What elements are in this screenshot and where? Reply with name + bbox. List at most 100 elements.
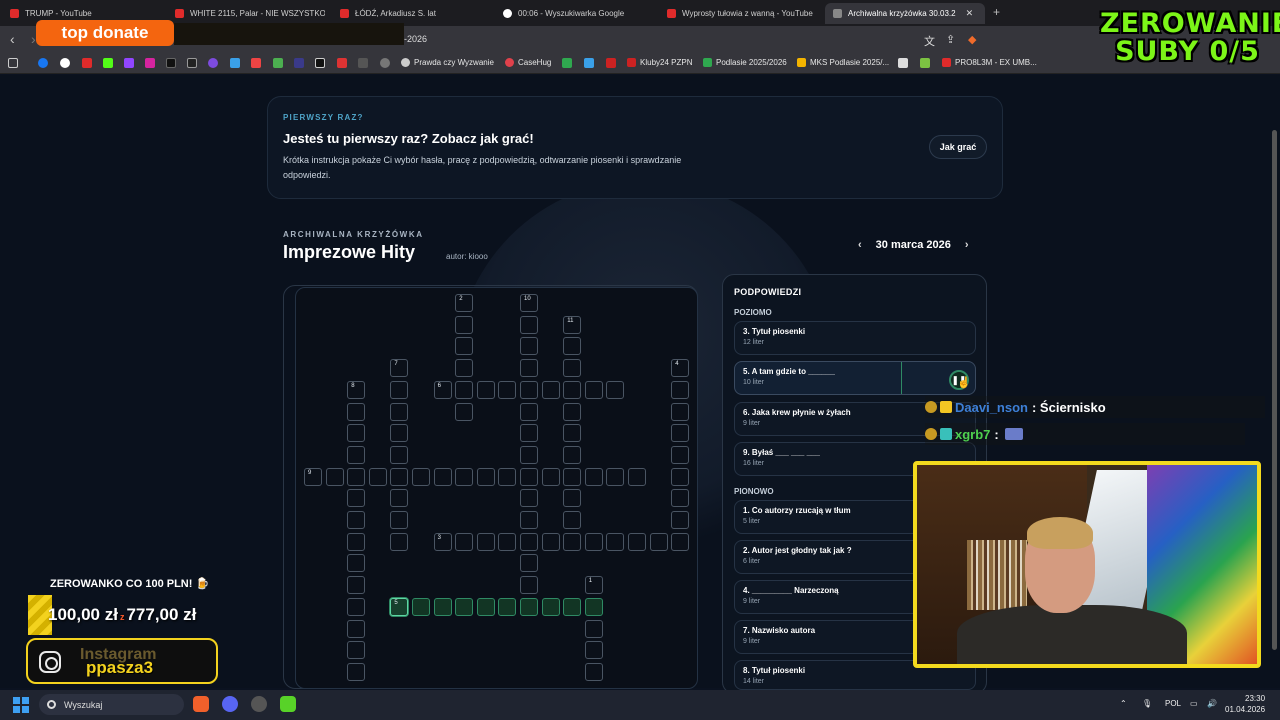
crossword-cell[interactable] (498, 532, 517, 551)
tipply-icon[interactable] (187, 58, 197, 68)
crossword-cell[interactable] (390, 402, 409, 421)
crossword-cell[interactable] (347, 511, 366, 529)
crossword-cell[interactable] (390, 445, 409, 464)
crossword-cell[interactable] (520, 467, 538, 486)
crossword-cell[interactable] (347, 641, 366, 660)
crossword-cell[interactable] (347, 532, 366, 551)
crossword-cell[interactable] (584, 619, 603, 638)
crossword-cell[interactable] (325, 467, 344, 486)
scrollbar[interactable] (1272, 130, 1277, 650)
crossword-cell[interactable] (347, 467, 366, 486)
crossword-cell[interactable] (347, 662, 366, 681)
bookmark-icon[interactable] (358, 58, 368, 68)
streamlabs-icon[interactable] (208, 58, 218, 68)
crossword-cell[interactable] (455, 359, 474, 378)
crossword-cell[interactable] (347, 489, 366, 508)
bookmark-icon[interactable] (584, 58, 594, 68)
crossword-cell[interactable] (433, 597, 452, 616)
crossword-cell[interactable]: 5 (390, 597, 409, 616)
bookmark-icon[interactable] (920, 58, 930, 68)
crossword-cell[interactable] (563, 337, 582, 356)
kick-icon[interactable] (103, 58, 113, 68)
crossword-cell[interactable] (520, 445, 538, 464)
crossword-cell[interactable] (498, 597, 517, 616)
crossword-cell[interactable] (628, 532, 646, 551)
new-tab-icon[interactable]: + (993, 5, 1000, 19)
crossword-cell[interactable] (671, 380, 690, 399)
crossword-cell[interactable] (584, 467, 603, 486)
tab-lodz[interactable]: ŁÓDŹ, Arkadiusz S. lat (340, 3, 485, 24)
crossword-cell[interactable]: 4 (671, 359, 690, 378)
crossword-cell[interactable] (412, 597, 430, 616)
share-icon[interactable]: ⇪ (946, 33, 955, 46)
crossword-cell[interactable] (584, 532, 603, 551)
crossword-cell[interactable] (563, 532, 582, 551)
crossword-cell[interactable]: 1 (584, 576, 603, 595)
tray-arrow-icon[interactable]: ⌃ (1120, 699, 1127, 708)
crossword-cell[interactable] (606, 380, 625, 399)
crossword-cell[interactable] (541, 467, 560, 486)
crossword-cell[interactable] (476, 532, 495, 551)
bookmark-casehug[interactable]: CaseHug (505, 58, 551, 67)
crossword-cell[interactable]: 10 (520, 294, 538, 312)
crossword-cell[interactable] (584, 662, 603, 681)
crossword-cell[interactable] (498, 467, 517, 486)
crossword-cell[interactable] (628, 467, 646, 486)
crossword-cell[interactable] (498, 380, 517, 399)
crossword-cell[interactable] (671, 532, 690, 551)
crossword-cell[interactable] (520, 554, 538, 573)
crossword-cell[interactable] (671, 467, 690, 486)
crossword-cell[interactable] (520, 380, 538, 399)
crossword-cell[interactable] (563, 511, 582, 529)
translate-icon[interactable]: 文 (924, 33, 935, 49)
crossword-cell[interactable] (390, 489, 409, 508)
crossword-cell[interactable] (520, 337, 538, 356)
crossword-cell[interactable] (390, 424, 409, 443)
crossword-cell[interactable] (520, 597, 538, 616)
x-icon[interactable] (315, 58, 325, 68)
bookmark-icon[interactable] (337, 58, 347, 68)
tab-google[interactable]: 00:06 - Wyszukiwarka Google (503, 3, 653, 24)
crossword-cell[interactable] (476, 467, 495, 486)
bookmark-mks[interactable]: MKS Podlasie 2025/... (797, 58, 889, 67)
crossword-cell[interactable] (347, 402, 366, 421)
crossword-cell[interactable] (606, 467, 625, 486)
crossword-cell[interactable] (433, 467, 452, 486)
crossword-cell[interactable]: 8 (347, 380, 366, 399)
instagram-icon[interactable] (145, 58, 155, 68)
crossword-cell[interactable] (541, 380, 560, 399)
crossword-cell[interactable] (671, 445, 690, 464)
crossword-cell[interactable]: 3 (433, 532, 452, 551)
bookmark-prawda[interactable]: Prawda czy Wyzwanie (401, 58, 494, 67)
taskbar-clock[interactable]: 23:30 01.04.2026 (1225, 693, 1265, 715)
crossword-cell[interactable] (455, 402, 474, 421)
tiktok-icon[interactable] (166, 58, 176, 68)
facebook-icon[interactable] (38, 58, 48, 68)
prev-date-icon[interactable]: ‹ (858, 239, 862, 251)
crossword-cell[interactable] (563, 380, 582, 399)
crossword-cell[interactable] (390, 380, 409, 399)
crossword-cell[interactable] (347, 445, 366, 464)
windows-start-icon[interactable] (13, 697, 29, 713)
tab-archiwalna-active[interactable]: Archiwalna krzyżówka 30.03.2 ✕ (825, 3, 985, 24)
bookmark-icon[interactable] (251, 58, 261, 68)
crossword-cell[interactable] (347, 424, 366, 443)
crossword-cell[interactable] (563, 597, 582, 616)
crossword-cell[interactable] (347, 554, 366, 573)
bookmark-pro8l3m[interactable]: PRO8L3M - EX UMB... (942, 58, 1037, 67)
crossword-cell[interactable] (520, 424, 538, 443)
crossword-cell[interactable] (520, 315, 538, 334)
crossword-cell[interactable] (584, 380, 603, 399)
network-icon[interactable]: ▭ (1190, 699, 1198, 708)
microphone-icon[interactable]: 🎙 (1142, 699, 1152, 708)
how-to-play-button[interactable]: Jak grać (929, 135, 987, 159)
crossword-cell[interactable] (455, 532, 474, 551)
taskbar-search[interactable]: Wyszukaj (39, 694, 184, 715)
next-date-icon[interactable]: › (965, 239, 969, 251)
crossword-cell[interactable] (390, 511, 409, 529)
crossword-cell[interactable]: 7 (390, 359, 409, 378)
brave-shield-icon[interactable]: ◆ (968, 33, 976, 46)
crossword-cell[interactable] (606, 532, 625, 551)
crossword-cell[interactable]: 2 (455, 294, 474, 312)
clue-across-5[interactable]: 5. A tam gdzie to ______ 10 liter (734, 361, 976, 395)
